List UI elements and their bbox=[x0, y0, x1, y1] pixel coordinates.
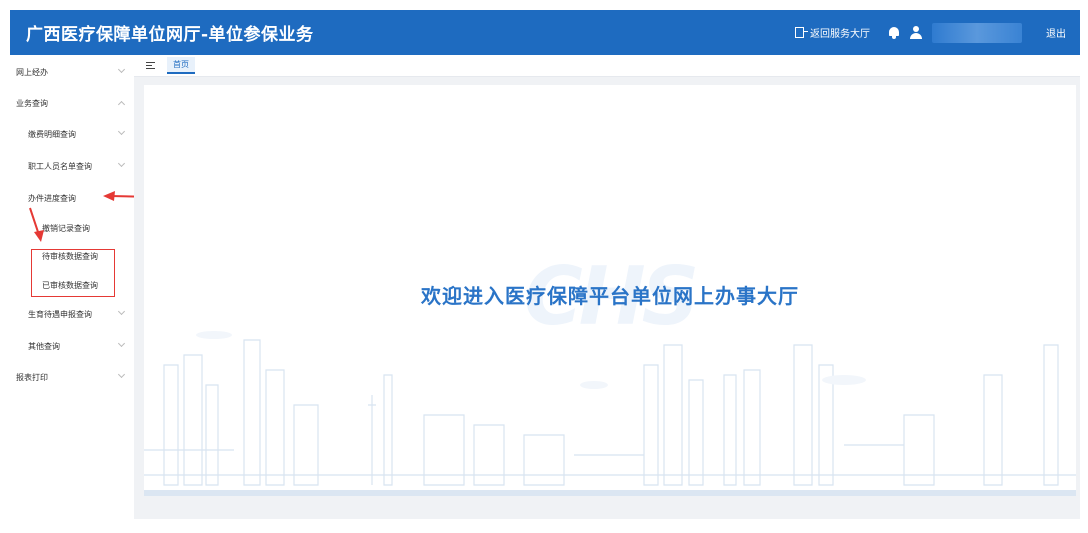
user-icon[interactable] bbox=[910, 26, 922, 39]
exit-door-icon bbox=[795, 27, 808, 38]
tab-home[interactable]: 首页 bbox=[167, 57, 195, 74]
bottom-strip bbox=[144, 490, 1076, 496]
tab-bar: 首页 bbox=[134, 55, 1080, 77]
welcome-panel: CHS 欢迎进入医疗保障平台单位网上办事大厅 bbox=[144, 85, 1076, 496]
return-service-hall-button[interactable]: 返回服务大厅 bbox=[795, 25, 870, 40]
sidebar-item-report-print[interactable]: 报表打印 bbox=[10, 362, 134, 392]
chevron-down-icon bbox=[117, 127, 126, 136]
app-title: 广西医疗保障单位网厅-单位参保业务 bbox=[26, 25, 314, 45]
sidebar-item-other-query[interactable]: 其他查询 bbox=[10, 331, 134, 361]
sidebar-item-business-query[interactable]: 业务查询 bbox=[10, 88, 134, 118]
sidebar-item-online-service[interactable]: 网上经办 bbox=[10, 57, 134, 87]
return-label: 返回服务大厅 bbox=[810, 29, 870, 40]
city-skyline-illustration bbox=[144, 331, 1076, 486]
chevron-up-icon bbox=[117, 100, 126, 109]
header-actions: 返回服务大厅 退出 bbox=[795, 10, 1080, 55]
app-window: 广西医疗保障单位网厅-单位参保业务 返回服务大厅 退出 网上经办 业务查询 缴费… bbox=[0, 0, 1088, 533]
chevron-down-icon bbox=[117, 307, 126, 316]
sidebar-item-progress-query[interactable]: 办件进度查询 bbox=[10, 183, 134, 213]
welcome-text: 欢迎进入医疗保障平台单位网上办事大厅 bbox=[421, 284, 799, 308]
sidebar-item-payment-detail[interactable]: 缴费明细查询 bbox=[10, 119, 134, 149]
annotation-highlight-box bbox=[31, 249, 115, 297]
main-content: CHS 欢迎进入医疗保障平台单位网上办事大厅 bbox=[134, 77, 1080, 519]
sidebar-item-employee-list[interactable]: 职工人员名单查询 bbox=[10, 151, 134, 181]
chevron-down-icon bbox=[117, 159, 126, 168]
top-header: 广西医疗保障单位网厅-单位参保业务 返回服务大厅 退出 bbox=[10, 10, 1080, 55]
sidebar-item-maternity-claim[interactable]: 生育待遇申报查询 bbox=[10, 299, 134, 329]
menu-collapse-icon[interactable] bbox=[146, 62, 155, 70]
chevron-down-icon bbox=[117, 339, 126, 348]
bell-icon[interactable] bbox=[888, 26, 900, 39]
chevron-down-icon bbox=[117, 370, 126, 379]
chevron-down-icon bbox=[117, 65, 126, 74]
username-redacted bbox=[932, 22, 1022, 43]
logout-button[interactable]: 退出 bbox=[1046, 25, 1066, 40]
sidebar-item-revoke-record[interactable]: 撤销记录查询 bbox=[10, 213, 134, 243]
